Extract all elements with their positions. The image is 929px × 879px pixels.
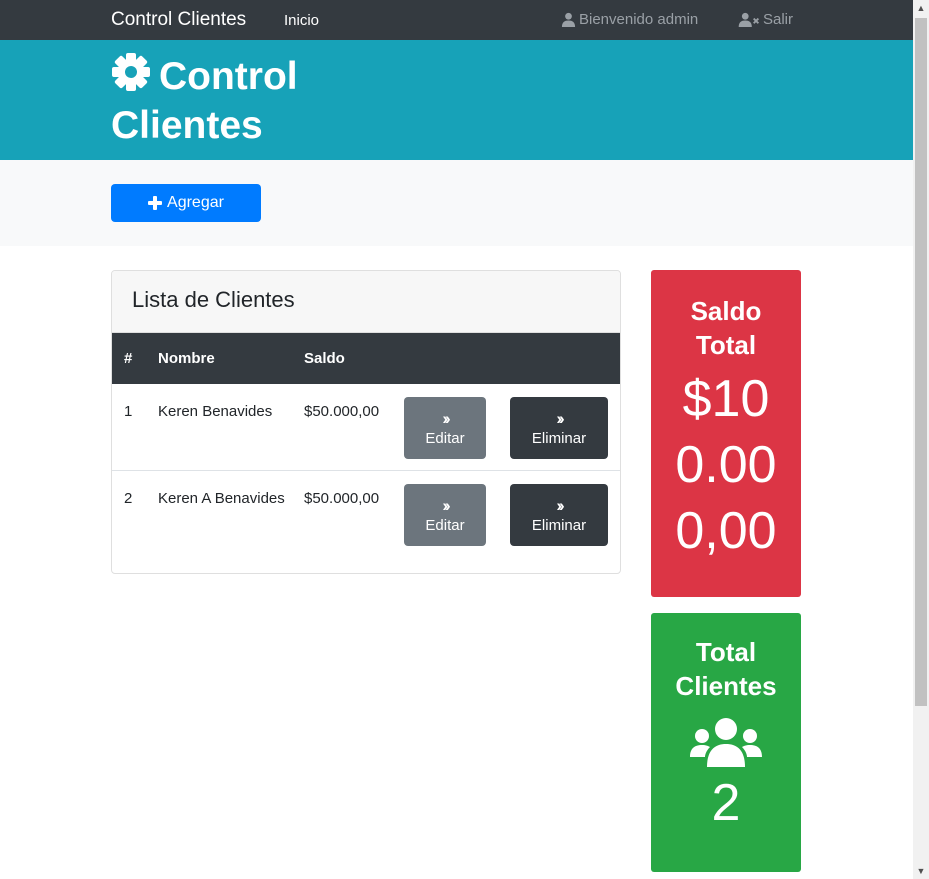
add-button-label: Agregar: [167, 194, 224, 211]
scrollbar-thumb[interactable]: [915, 18, 927, 706]
table-row: 1 Keren Benavides $50.000,00 ›› Editar ›…: [112, 384, 620, 471]
saldo-total-card: Saldo Total $100.000,00: [651, 270, 801, 597]
table-header: # Nombre Saldo: [112, 333, 620, 384]
logout-link[interactable]: Salir: [738, 11, 793, 28]
total-clients-value: 2: [711, 774, 741, 832]
column-header-saldo: Saldo: [304, 350, 345, 367]
client-saldo: $50.000,00: [304, 490, 380, 507]
actions-bar: Agregar: [0, 160, 913, 246]
welcome-label: Bienvenido admin: [579, 11, 699, 28]
delete-button[interactable]: ›› Eliminar: [510, 397, 608, 459]
total-clients-label: Total Clientes: [675, 637, 777, 701]
user-times-icon: [738, 12, 760, 27]
add-client-button[interactable]: Agregar: [111, 184, 261, 222]
navbar-brand[interactable]: Control Clientes: [111, 9, 246, 31]
scroll-down-arrow-icon[interactable]: ▼: [913, 863, 929, 879]
column-header-number: #: [124, 350, 133, 367]
delete-button[interactable]: ›› Eliminar: [510, 484, 608, 546]
row-number: 2: [124, 490, 133, 507]
clients-card-title: Lista de Clientes: [112, 271, 620, 333]
gear-icon: [112, 53, 150, 91]
double-chevron-right-icon: ››: [442, 495, 451, 515]
logout-label: Salir: [763, 11, 794, 28]
delete-button-label: Eliminar: [531, 516, 587, 534]
edit-button[interactable]: ›› Editar: [404, 484, 486, 546]
nav-link-inicio[interactable]: Inicio: [284, 12, 319, 29]
double-chevron-right-icon: ››: [556, 495, 565, 515]
client-name: Keren Benavides: [158, 403, 273, 420]
row-number: 1: [124, 403, 133, 420]
clients-card: Lista de Clientes # Nombre Saldo 1 Keren…: [111, 270, 621, 574]
edit-button-label: Editar: [425, 429, 465, 447]
page-title: Control Clientes: [111, 52, 371, 150]
top-navbar: Control Clientes Inicio Bienvenido admin…: [0, 0, 913, 40]
saldo-total-label: Saldo Total: [690, 296, 762, 360]
table-row: 2 Keren A Benavides $50.000,00 ›› Editar…: [112, 471, 620, 573]
page-header: Control Clientes: [0, 40, 913, 160]
users-icon: [690, 718, 762, 767]
double-chevron-right-icon: ››: [556, 408, 565, 428]
client-name: Keren A Benavides: [158, 490, 285, 507]
total-clients-card: Total Clientes 2: [651, 613, 801, 872]
scroll-up-arrow-icon[interactable]: ▲: [913, 0, 929, 16]
column-header-name: Nombre: [158, 350, 215, 367]
saldo-total-value: $100.000,00: [675, 370, 777, 560]
plus-icon: [148, 196, 163, 210]
nav-welcome-link[interactable]: Bienvenido admin: [561, 11, 698, 28]
user-icon: [561, 12, 576, 27]
delete-button-label: Eliminar: [531, 429, 587, 447]
edit-button-label: Editar: [425, 516, 465, 534]
vertical-scrollbar[interactable]: ▲ ▼: [913, 0, 929, 879]
edit-button[interactable]: ›› Editar: [404, 397, 486, 459]
double-chevron-right-icon: ››: [442, 408, 451, 428]
client-saldo: $50.000,00: [304, 403, 380, 420]
